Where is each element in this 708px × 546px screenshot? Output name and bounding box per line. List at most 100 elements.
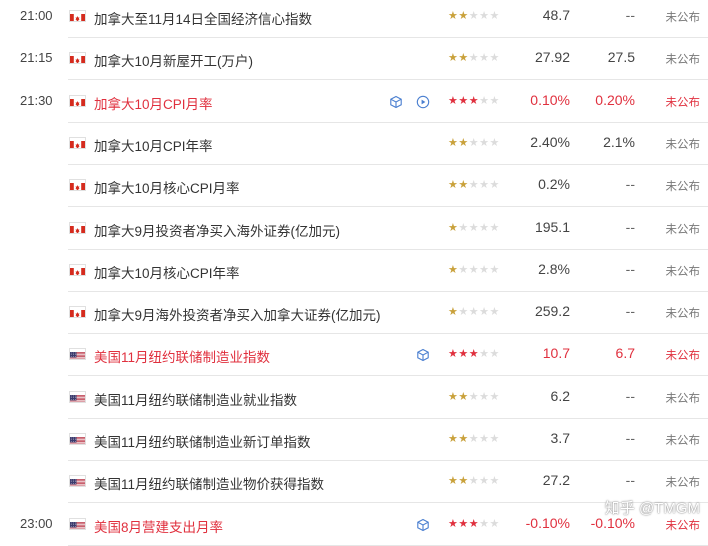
actual-status: 未公布 [665,12,701,24]
actual-status: 未公布 [665,477,701,490]
event-title[interactable]: 美国11月纽约联储制造业指数 [94,346,270,366]
actual-status: 未公布 [665,181,701,194]
star-icon: ★ [489,306,500,319]
star-icon: ★ [458,475,469,488]
calendar-row[interactable]: 美国11月纽约联储制造业新订单指数 ★★★★★ 3.7 -- 未公布 [0,419,708,461]
event-title[interactable]: 加拿大10月核心CPI年率 [94,262,240,282]
forecast-value: 0.20% [595,91,635,108]
cube-icon[interactable] [389,95,403,109]
previous-value: 27.92 [534,49,570,66]
us-flag-icon [69,475,86,488]
calendar-row[interactable]: 加拿大9月海外投资者净买入加拿大证券(亿加元) ★★★★★ 259.2 -- 未公布 [0,292,708,335]
cube-icon[interactable] [416,518,430,532]
canada-flag-icon [69,263,86,276]
forecast-value: 6.7 [615,345,635,362]
event-title[interactable]: 美国11月纽约联储制造业物价获得指数 [94,473,324,493]
previous-value: 2.40% [530,133,570,150]
event-time: 21:30 [20,92,53,108]
actual-status: 未公布 [665,519,701,532]
calendar-row[interactable]: 23:00 美国8月营建支出月率 ★★★★★ -0.10% -0.10% 未公布 [0,504,708,546]
event-title[interactable]: 加拿大10月CPI年率 [94,135,213,155]
canada-flag-icon [69,221,86,234]
calendar-row[interactable]: 美国11月纽约联储制造业物价获得指数 ★★★★★ 27.2 -- 未公布 [0,461,708,504]
star-icon: ★ [458,390,469,403]
event-title[interactable]: 美国11月纽约联储制造业就业指数 [94,389,297,409]
event-title[interactable]: 加拿大10月核心CPI月率 [94,177,240,197]
previous-value: 195.1 [534,218,570,235]
star-icon: ★ [489,94,500,107]
importance-stars: ★★★★★ [448,136,500,149]
star-icon: ★ [489,433,500,445]
importance-stars: ★★★★★ [448,390,500,403]
event-title[interactable]: 加拿大9月投资者净买入海外证券(亿加元) [94,220,340,240]
importance-stars: ★★★★★ [448,263,500,276]
event-title[interactable]: 美国8月营建支出月率 [94,516,223,536]
star-icon: ★ [479,348,490,361]
event-title[interactable]: 加拿大10月新屋开工(万户) [94,50,253,70]
calendar-row[interactable]: 21:00 加拿大至11月14日全国经济信心指数 ★★★★★ 48.7 -- 未公布 [0,0,708,38]
actual-status: 未公布 [665,54,701,67]
star-icon: ★ [468,52,480,65]
previous-value: 0.2% [538,176,570,193]
calendar-row[interactable]: 21:30 加拿大10月CPI月率 ★★★★★ 0.10% 0.20% 未公布 [0,81,708,123]
previous-value: 6.2 [550,387,570,404]
event-title[interactable]: 加拿大9月海外投资者净买入加拿大证券(亿加元) [94,304,381,324]
play-icon[interactable] [416,95,430,109]
actual-status: 未公布 [665,138,701,151]
event-title[interactable]: 加拿大至11月14日全国经济信心指数 [94,8,312,28]
forecast-value: -- [625,387,635,404]
star-icon: ★ [458,136,469,149]
us-flag-icon [69,433,86,445]
star-icon: ★ [479,221,490,234]
actual-status: 未公布 [665,392,701,405]
star-icon: ★ [448,94,459,107]
calendar-row[interactable]: 加拿大10月CPI年率 ★★★★★ 2.40% 2.1% 未公布 [0,123,708,165]
star-icon: ★ [489,475,500,488]
star-icon: ★ [489,136,500,149]
star-icon: ★ [448,475,459,488]
star-icon: ★ [479,433,490,445]
star-icon: ★ [479,475,490,488]
canada-flag-icon [69,10,86,22]
forecast-value: 2.1% [603,133,635,150]
star-icon: ★ [489,179,500,192]
importance-stars: ★★★★★ [448,221,500,234]
star-icon: ★ [489,348,500,361]
row-divider [68,544,708,546]
canada-flag-icon [69,136,86,149]
star-icon: ★ [479,94,490,107]
star-icon: ★ [489,390,500,403]
previous-value: 3.7 [550,430,570,446]
event-title[interactable]: 美国11月纽约联储制造业新订单指数 [94,431,311,451]
event-title[interactable]: 加拿大10月CPI月率 [94,93,213,113]
star-icon: ★ [468,475,480,488]
previous-value: 27.2 [542,472,570,489]
importance-stars: ★★★★★ [448,474,500,487]
star-icon: ★ [468,348,480,361]
event-time: 23:00 [20,515,53,531]
star-icon: ★ [448,433,459,445]
star-icon: ★ [468,306,480,319]
watermark: 知乎 @TMGM [604,500,700,517]
star-icon: ★ [479,306,490,319]
star-icon: ★ [489,52,500,65]
star-icon: ★ [489,517,500,530]
importance-stars: ★★★★★ [448,178,500,191]
star-icon: ★ [458,263,469,276]
calendar-row[interactable]: 美国11月纽约联储制造业指数 ★★★★★ 10.7 6.7 未公布 [0,334,708,377]
calendar-row[interactable]: 加拿大10月核心CPI年率 ★★★★★ 2.8% -- 未公布 [0,250,708,292]
cube-icon[interactable] [416,348,430,362]
star-icon: ★ [468,263,480,276]
calendar-row[interactable]: 美国11月纽约联储制造业就业指数 ★★★★★ 6.2 -- 未公布 [0,377,708,419]
canada-flag-icon [69,94,86,107]
star-icon: ★ [458,517,469,530]
star-icon: ★ [448,10,459,22]
star-icon: ★ [448,52,459,65]
actual-status: 未公布 [665,350,701,363]
calendar-row[interactable]: 21:15 加拿大10月新屋开工(万户) ★★★★★ 27.92 27.5 未公布 [0,38,708,81]
calendar-row[interactable]: 加拿大9月投资者净买入海外证券(亿加元) ★★★★★ 195.1 -- 未公布 [0,208,708,250]
calendar-row[interactable]: 加拿大10月核心CPI月率 ★★★★★ 0.2% -- 未公布 [0,165,708,208]
importance-stars: ★★★★★ [448,9,500,22]
star-icon: ★ [458,94,469,107]
star-icon: ★ [489,221,500,234]
